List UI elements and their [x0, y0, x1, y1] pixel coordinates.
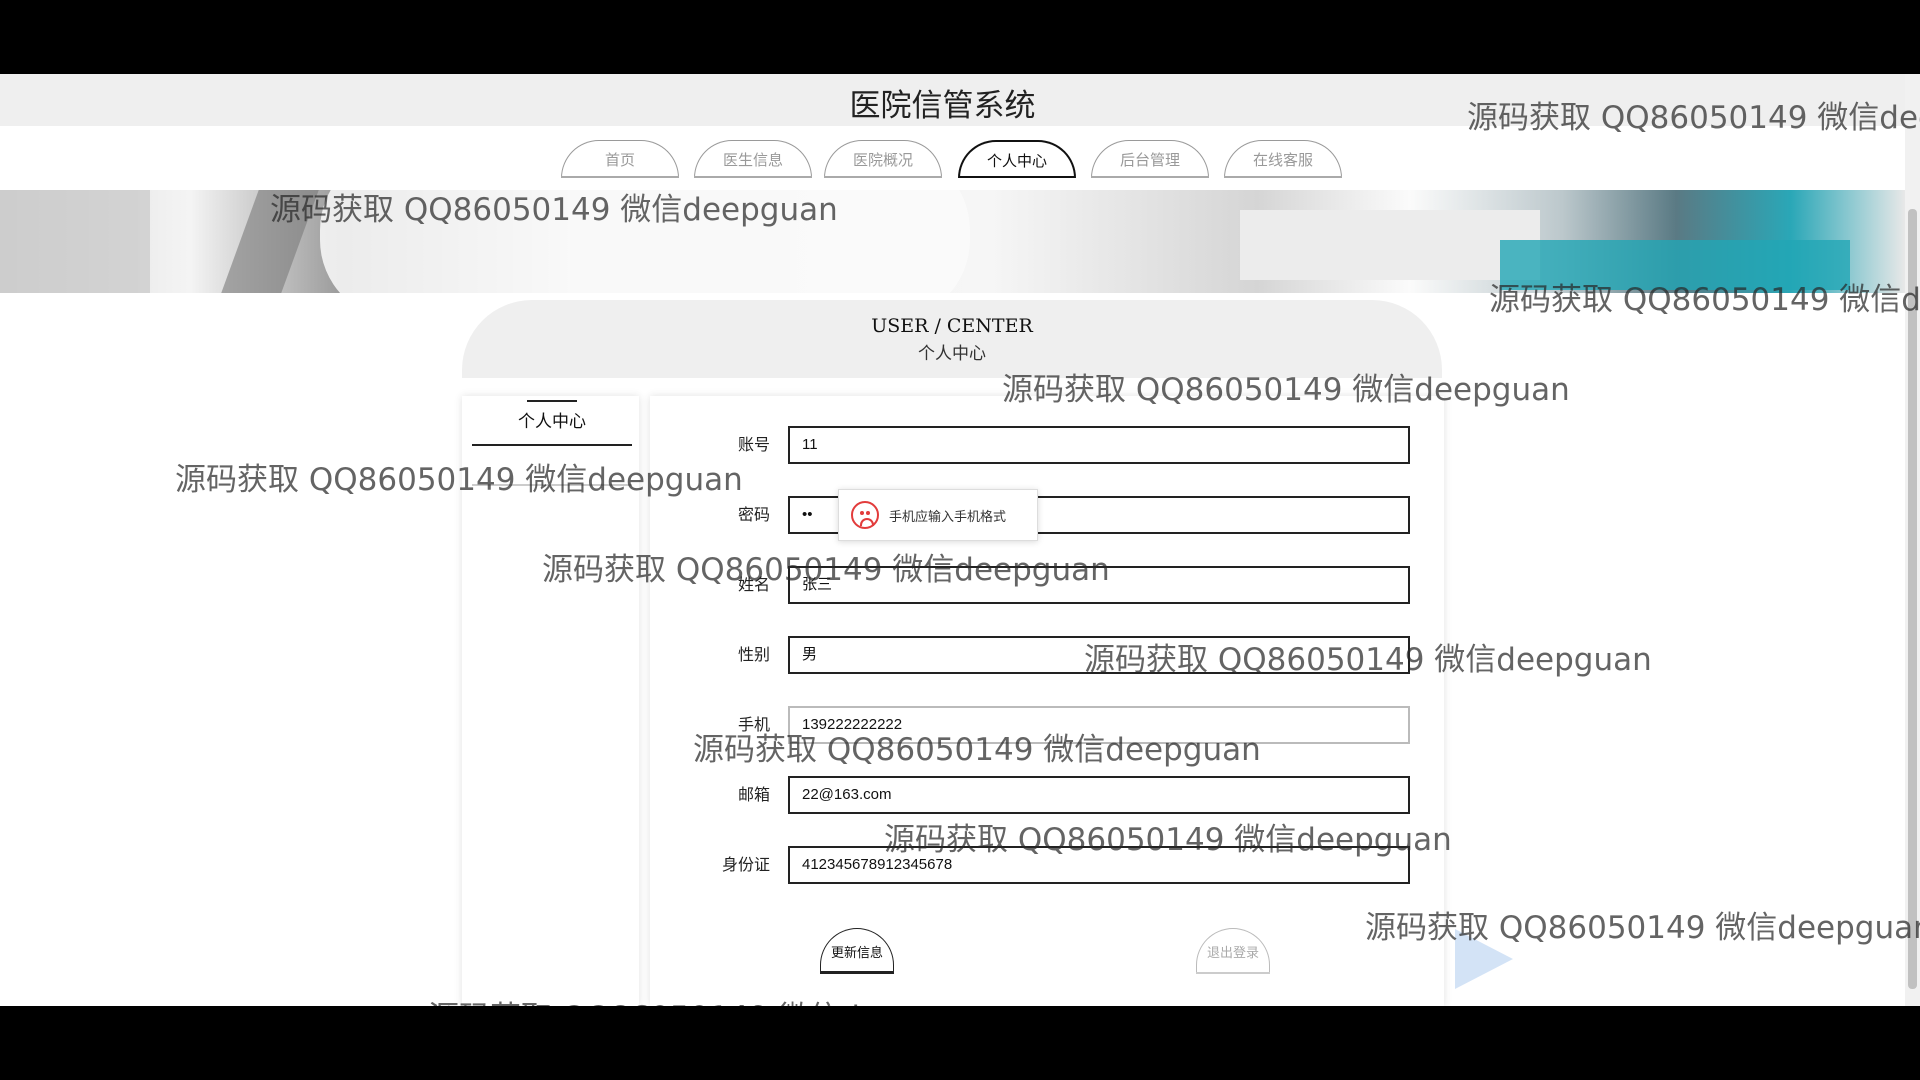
- name-label: 姓名: [737, 575, 770, 594]
- corner-logo-icon: [1455, 929, 1513, 989]
- update-info-button[interactable]: 更新信息: [820, 928, 894, 974]
- form-row-name: 姓名 张三: [650, 566, 1444, 604]
- side-menu-item-user-center[interactable]: 个人中心: [472, 400, 632, 446]
- password-label: 密码: [737, 505, 770, 524]
- side-menu-item-label: 个人中心: [518, 412, 586, 432]
- form-row-account: 账号 11: [650, 426, 1444, 464]
- nav-tab-online-service[interactable]: 在线客服: [1224, 140, 1342, 178]
- form-row-password: 密码 •• 手机应输入手机格式: [650, 489, 1444, 541]
- email-label: 邮箱: [737, 785, 770, 804]
- name-input[interactable]: 张三: [788, 566, 1410, 604]
- profile-form: 账号 11 密码 •• 手机应输入手机格式 姓名 张三 性别 男 手机 1392…: [650, 396, 1444, 1006]
- account-label: 账号: [737, 435, 770, 454]
- nav-tab-user-center[interactable]: 个人中心: [958, 140, 1076, 178]
- side-menu-item-secondary[interactable]: [472, 454, 632, 486]
- section-title-en: USER / CENTER: [871, 315, 1033, 337]
- page-title: 医院信管系统: [849, 88, 1036, 124]
- scrollbar-thumb[interactable]: [1908, 209, 1917, 989]
- gender-label: 性别: [737, 645, 770, 664]
- form-row-gender: 性别 男: [650, 636, 1444, 674]
- hero-banner-image: [0, 190, 1905, 293]
- gender-input[interactable]: 男: [788, 636, 1410, 674]
- idcard-label: 身份证: [721, 855, 770, 874]
- idcard-input[interactable]: 412345678912345678: [788, 846, 1410, 884]
- sad-face-icon: [851, 501, 879, 529]
- form-row-email: 邮箱 22@163.com: [650, 776, 1444, 814]
- nav-tab-home[interactable]: 首页: [561, 140, 679, 178]
- account-input[interactable]: 11: [788, 426, 1410, 464]
- watermark-text: 源码获取 QQ86050149 微信deepguan: [1365, 910, 1920, 946]
- form-row-idcard: 身份证 412345678912345678: [650, 846, 1444, 884]
- logout-button[interactable]: 退出登录: [1196, 928, 1270, 974]
- email-input[interactable]: 22@163.com: [788, 776, 1410, 814]
- side-menu: 个人中心: [462, 396, 639, 1006]
- section-header: USER / CENTER 个人中心: [462, 300, 1442, 378]
- browser-viewport: 医院信管系统 首页 医生信息 医院概况 个人中心 后台管理 在线客服 USER …: [0, 74, 1920, 1006]
- page-scrollbar[interactable]: [1905, 74, 1920, 1006]
- nav-tab-hospital-overview[interactable]: 医院概况: [824, 140, 942, 178]
- phone-input[interactable]: 139222222222: [788, 706, 1410, 744]
- form-row-phone: 手机 139222222222: [650, 706, 1444, 744]
- site-header: 医院信管系统: [0, 74, 1905, 126]
- tooltip-text: 手机应输入手机格式: [889, 509, 1007, 525]
- main-nav: 首页 医生信息 医院概况 个人中心 后台管理 在线客服: [0, 126, 1905, 190]
- validation-tooltip: 手机应输入手机格式: [838, 489, 1038, 541]
- section-title-cn: 个人中心: [918, 344, 986, 364]
- phone-label: 手机: [737, 715, 770, 734]
- nav-tab-admin[interactable]: 后台管理: [1091, 140, 1209, 178]
- nav-tab-doctors[interactable]: 医生信息: [694, 140, 812, 178]
